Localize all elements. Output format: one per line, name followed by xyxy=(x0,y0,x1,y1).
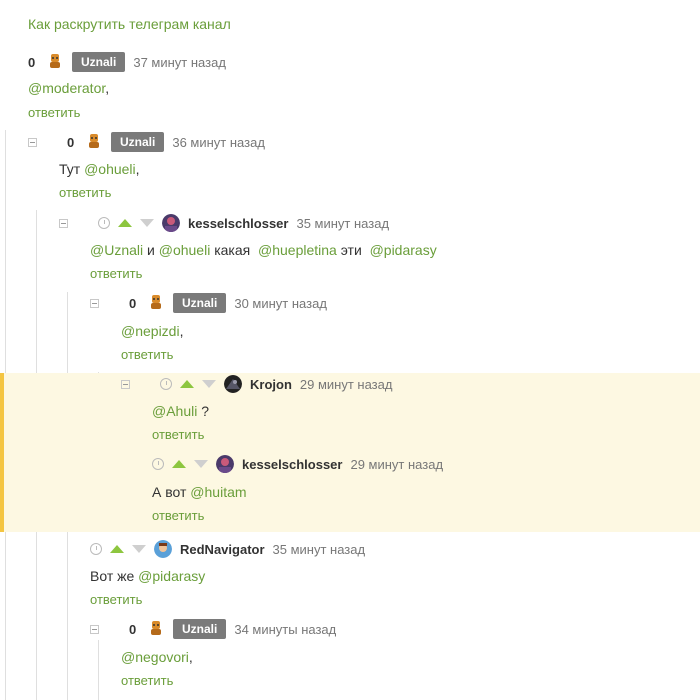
downvote-icon[interactable] xyxy=(132,545,146,553)
reply-link[interactable]: ответить xyxy=(152,508,204,523)
comment-time[interactable]: 34 минуты назад xyxy=(234,622,336,637)
comment-header: RedNavigator 35 минут назад xyxy=(90,539,365,559)
mention-link[interactable]: @negovori xyxy=(121,649,189,665)
comment-text: @negovori, xyxy=(121,649,193,665)
collapse-toggle[interactable] xyxy=(59,218,68,228)
comment-time[interactable]: 35 минут назад xyxy=(273,542,366,557)
mention-link[interactable]: @Uznali xyxy=(90,242,143,258)
mention-link[interactable]: @huitam xyxy=(190,484,246,500)
author-name[interactable]: kesselschlosser xyxy=(242,457,342,472)
comment-text-fragment: какая xyxy=(210,242,258,258)
mention-link[interactable]: @pidarasy xyxy=(370,242,437,258)
comment-text-fragment: ? xyxy=(197,403,210,419)
comment-text-fragment: , xyxy=(105,80,110,96)
avatar[interactable] xyxy=(216,455,234,473)
comment-text-fragment: эти xyxy=(336,242,370,258)
mention-link[interactable]: @pidarasy xyxy=(138,568,205,584)
avatar[interactable] xyxy=(147,293,165,314)
mention-link[interactable]: @moderator xyxy=(28,80,105,96)
mention-link[interactable]: @huepletina xyxy=(258,242,337,258)
comment-text-fragment: Вот же xyxy=(90,568,139,584)
reply-link[interactable]: ответить xyxy=(90,266,142,281)
comment-time[interactable]: 35 минут назад xyxy=(296,216,389,231)
clock-icon[interactable] xyxy=(98,217,110,229)
comment-header: kesselschlosser 35 минут назад xyxy=(59,213,389,233)
comment-header: 0 Uznali 37 минут назад xyxy=(28,52,226,72)
upvote-icon[interactable] xyxy=(180,380,194,388)
comment-time[interactable]: 30 минут назад xyxy=(234,296,327,311)
author-badge[interactable]: Uznali xyxy=(173,293,227,313)
clock-icon[interactable] xyxy=(160,378,172,390)
comment-text: Тут @ohueli, xyxy=(59,161,140,177)
mention-link[interactable]: @ohueli xyxy=(84,161,136,177)
comment-time[interactable]: 37 минут назад xyxy=(133,55,226,70)
comment-header: 0 Uznali 36 минут назад xyxy=(28,132,265,152)
comment-text: @nepizdi, xyxy=(121,323,183,339)
comment-text: @Ahuli ? xyxy=(152,403,209,419)
comment-text-fragment: , xyxy=(179,323,184,339)
avatar[interactable] xyxy=(224,375,242,393)
downvote-icon[interactable] xyxy=(140,219,154,227)
comment-time[interactable]: 29 минут назад xyxy=(350,457,443,472)
reply-link[interactable]: ответить xyxy=(59,185,111,200)
comment-text: @Uznali и @ohueli какая @huepletina эти … xyxy=(90,242,437,258)
avatar[interactable] xyxy=(147,619,165,640)
collapse-toggle[interactable] xyxy=(90,624,99,634)
mention-link[interactable]: @nepizdi xyxy=(121,323,180,339)
upvote-icon[interactable] xyxy=(172,460,186,468)
avatar[interactable] xyxy=(85,132,103,153)
upvote-icon[interactable] xyxy=(110,545,124,553)
comment-time[interactable]: 36 минут назад xyxy=(172,135,265,150)
reply-link[interactable]: ответить xyxy=(152,427,204,442)
avatar[interactable] xyxy=(154,540,172,558)
downvote-icon[interactable] xyxy=(202,380,216,388)
author-badge[interactable]: Uznali xyxy=(72,52,126,72)
comment-text-fragment: А вот xyxy=(152,484,191,500)
comment-text: @moderator, xyxy=(28,80,109,96)
comment-rating: 0 xyxy=(129,295,137,311)
downvote-icon[interactable] xyxy=(194,460,208,468)
reply-link[interactable]: ответить xyxy=(121,347,173,362)
thread-line[interactable] xyxy=(98,640,99,700)
collapse-toggle[interactable] xyxy=(90,298,99,308)
collapse-toggle[interactable] xyxy=(28,137,37,147)
author-badge[interactable]: Uznali xyxy=(111,132,165,152)
comment-text: Вот же @pidarasy xyxy=(90,568,205,584)
reply-link[interactable]: ответить xyxy=(121,673,173,688)
new-comments-highlight xyxy=(0,373,700,532)
comment-text-fragment: и xyxy=(143,242,159,258)
collapse-toggle[interactable] xyxy=(121,379,130,389)
comment-rating: 0 xyxy=(67,134,75,150)
avatar[interactable] xyxy=(46,52,64,73)
comment-header: 0 Uznali 30 минут назад xyxy=(90,293,327,313)
comment-time[interactable]: 29 минут назад xyxy=(300,377,393,392)
mention-link[interactable]: @Ahuli xyxy=(152,403,197,419)
mention-link[interactable]: @ohueli xyxy=(159,242,211,258)
comment-header: kesselschlosser 29 минут назад xyxy=(152,454,443,474)
post-title-link[interactable]: Как раскрутить телеграм канал xyxy=(28,16,231,32)
comment-text-fragment: , xyxy=(135,161,140,177)
reply-link[interactable]: ответить xyxy=(28,105,80,120)
comment-header: Krojon 29 минут назад xyxy=(121,374,392,394)
author-name[interactable]: kesselschlosser xyxy=(188,216,288,231)
clock-icon[interactable] xyxy=(152,458,164,470)
comment-text: А вот @huitam xyxy=(152,484,247,500)
comment-header: 0 Uznali 34 минуты назад xyxy=(90,619,336,639)
author-badge[interactable]: Uznali xyxy=(173,619,227,639)
reply-link[interactable]: ответить xyxy=(90,592,142,607)
author-name[interactable]: Krojon xyxy=(250,377,292,392)
comment-rating: 0 xyxy=(28,54,36,70)
clock-icon[interactable] xyxy=(90,543,102,555)
comment-text-fragment: , xyxy=(188,649,193,665)
upvote-icon[interactable] xyxy=(118,219,132,227)
comment-text-fragment: Тут xyxy=(59,161,85,177)
comment-rating: 0 xyxy=(129,621,137,637)
author-name[interactable]: RedNavigator xyxy=(180,542,265,557)
avatar[interactable] xyxy=(162,214,180,232)
